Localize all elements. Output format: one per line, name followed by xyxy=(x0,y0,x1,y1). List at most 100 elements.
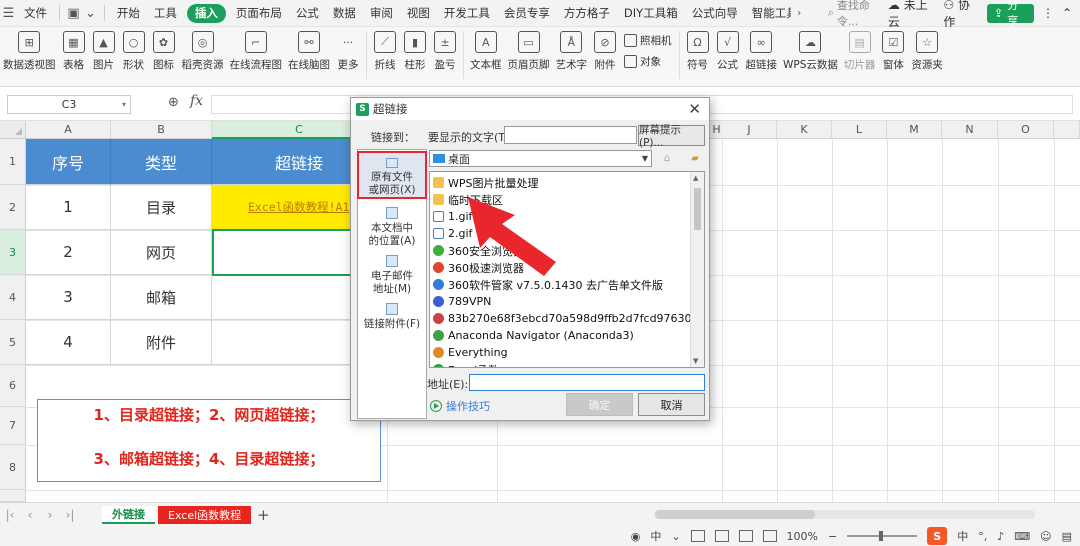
collapse-ribbon-icon[interactable]: ⌃ xyxy=(1062,6,1072,20)
cell-a2[interactable]: 1 xyxy=(26,185,111,230)
more-button[interactable]: ··· 更多 xyxy=(333,31,363,72)
tab-tools[interactable]: 工具 xyxy=(147,0,184,27)
textbox-button[interactable]: A 文本框 xyxy=(467,31,505,72)
tab-page-layout[interactable]: 页面布局 xyxy=(229,0,289,27)
command-search[interactable]: ⌕ 查找命令... xyxy=(828,0,888,29)
sheet-tab-external-links[interactable]: 外链接 xyxy=(102,505,155,524)
function-icon[interactable]: fx xyxy=(190,93,203,109)
browse-folder-icon[interactable]: ▰ xyxy=(686,150,704,167)
online-mindmap-button[interactable]: ⚯ 在线脑图 xyxy=(285,31,333,72)
share-button[interactable]: ⇪ 分享 xyxy=(986,0,1034,28)
hamburger-menu-icon[interactable]: ☰ xyxy=(0,4,17,22)
camera-button[interactable]: 照相机 xyxy=(624,33,672,48)
row-header-5[interactable]: 5 xyxy=(0,320,26,365)
ok-button[interactable]: 确定 xyxy=(566,393,633,416)
display-text-input[interactable] xyxy=(504,126,637,144)
row-header-4[interactable]: 4 xyxy=(0,275,26,320)
add-sheet-button[interactable]: + xyxy=(257,506,270,524)
name-box[interactable]: C3 ▾ xyxy=(7,95,131,114)
row-header-3[interactable]: 3 xyxy=(0,230,26,275)
cell-b2[interactable]: 目录 xyxy=(111,185,212,230)
file-item[interactable]: 360软件管家 v7.5.0.1430 去广告单文件版 xyxy=(433,276,663,293)
last-sheet-icon[interactable]: ›| xyxy=(60,508,80,522)
slicer-button[interactable]: ▤ 切片器 xyxy=(841,31,879,72)
look-in-dropdown[interactable]: 桌面 ▼ xyxy=(429,150,652,167)
pivot-chart-button[interactable]: ⊞ 数据透视图 xyxy=(0,31,59,72)
zoom-level[interactable]: 100% xyxy=(787,530,818,543)
cell-b3[interactable]: 网页 xyxy=(111,230,212,275)
file-item[interactable]: Everything xyxy=(433,344,508,361)
more-options-icon[interactable]: ⋮ xyxy=(1042,6,1054,20)
header-footer-button[interactable]: ▭ 页眉页脚 xyxy=(505,31,553,72)
scroll-up-icon[interactable]: ▲ xyxy=(693,174,698,182)
keyboard-icon[interactable]: ⌨ xyxy=(1014,530,1030,543)
equation-button[interactable]: √ 公式 xyxy=(713,31,743,72)
column-header-m[interactable]: M xyxy=(887,121,942,139)
zoom-out-icon[interactable]: − xyxy=(828,530,837,543)
tab-diy-toolbox[interactable]: DIY工具箱 xyxy=(617,0,685,27)
attachment-button[interactable]: ⊘ 附件 xyxy=(590,31,620,72)
tab-home[interactable]: 开始 xyxy=(110,0,147,27)
cloud-status[interactable]: ☁ 未上云 xyxy=(888,0,935,30)
zoom-slider[interactable] xyxy=(847,531,918,541)
online-flowchart-button[interactable]: ⌐ 在线流程图 xyxy=(227,31,286,72)
object-button[interactable]: 对象 xyxy=(624,54,672,69)
column-header-b[interactable]: B xyxy=(111,121,212,139)
link-existing-file-or-webpage[interactable]: 原有文件或网页(X) xyxy=(357,151,427,199)
customize-dropdown-icon[interactable]: ⌄ xyxy=(82,4,99,22)
eye-protection-icon[interactable]: ◉ xyxy=(631,530,641,543)
tab-smart-tools[interactable]: 智能工具 xyxy=(745,0,791,27)
hyperlink-button[interactable]: ∞ 超链接 xyxy=(743,31,781,72)
file-item[interactable]: WPS图片批量处理 xyxy=(433,174,539,191)
normal-view-icon[interactable] xyxy=(690,530,705,542)
ime-mode[interactable]: 中 xyxy=(957,528,968,544)
shape-button[interactable]: ○ 形状 xyxy=(119,31,149,72)
address-input[interactable] xyxy=(469,374,705,391)
cancel-button[interactable]: 取消 xyxy=(638,393,705,416)
file-item[interactable]: 临时下载区 xyxy=(433,191,503,208)
cell-b4[interactable]: 邮箱 xyxy=(111,275,212,320)
tab-formulas[interactable]: 公式 xyxy=(289,0,326,27)
link-attachment[interactable]: 链接附件(F) xyxy=(358,303,426,331)
row-header-8[interactable]: 8 xyxy=(0,445,26,490)
sheet-tab-excel-tutorial[interactable]: Excel函数教程 xyxy=(158,505,252,524)
column-header-k[interactable]: K xyxy=(777,121,832,139)
tab-ffcell[interactable]: 方方格子 xyxy=(557,0,617,27)
input-language[interactable]: 中 xyxy=(650,528,661,544)
tab-insert[interactable]: 插入 xyxy=(186,3,226,23)
reading-view-icon[interactable] xyxy=(762,530,777,542)
screen-tip-button[interactable]: 屏幕提示(P)... xyxy=(638,124,705,149)
file-item[interactable]: Excel函数... xyxy=(433,361,510,367)
file-item[interactable]: 1.gif xyxy=(433,208,472,225)
tab-developer[interactable]: 开发工具 xyxy=(437,0,497,27)
symbol-button[interactable]: Ω 符号 xyxy=(683,31,713,72)
form-controls-button[interactable]: ☑ 窗体 xyxy=(878,31,908,72)
select-all-corner[interactable] xyxy=(0,121,26,139)
file-list[interactable]: WPS图片批量处理 临时下载区 1.gif 2.gif 360安全浏览器 360极速浏览器… xyxy=(429,171,705,368)
icon-button[interactable]: ✿ 图标 xyxy=(149,31,179,72)
dropdown-icon[interactable]: ⌄ xyxy=(671,530,680,543)
sparkline-line-button[interactable]: ⟋ 折线 xyxy=(370,31,400,72)
file-item[interactable]: 360极速浏览器 xyxy=(433,259,524,276)
row-header-1[interactable]: 1 xyxy=(0,139,26,185)
sparkline-column-button[interactable]: ▮ 柱形 xyxy=(400,31,430,72)
docer-resources-button[interactable]: ◎ 稻壳资源 xyxy=(179,31,227,72)
sparkline-winloss-button[interactable]: ± 盈亏 xyxy=(430,31,460,72)
horizontal-scrollbar[interactable] xyxy=(655,510,1035,519)
column-header-l[interactable]: L xyxy=(832,121,887,139)
ime-punct-icon[interactable]: °, xyxy=(978,530,987,543)
header-cell-number[interactable]: 序号 xyxy=(26,139,111,185)
tab-view[interactable]: 视图 xyxy=(400,0,437,27)
column-header-n[interactable]: N xyxy=(942,121,998,139)
row-header-6[interactable]: 6 xyxy=(0,365,26,407)
file-list-scrollbar[interactable]: ▲ ▼ xyxy=(690,172,704,367)
row-header-2[interactable]: 2 xyxy=(0,185,26,230)
close-icon[interactable]: ✕ xyxy=(688,100,701,118)
link-place-in-document[interactable]: 本文档中的位置(A) xyxy=(358,207,426,248)
tab-formula-wizard[interactable]: 公式向导 xyxy=(685,0,745,27)
header-cell-type[interactable]: 类型 xyxy=(111,139,212,185)
cell-b5[interactable]: 附件 xyxy=(111,320,212,365)
scroll-down-icon[interactable]: ▼ xyxy=(693,357,698,365)
first-sheet-icon[interactable]: |‹ xyxy=(0,508,20,522)
file-item[interactable]: Anaconda Navigator (Anaconda3) xyxy=(433,327,634,344)
